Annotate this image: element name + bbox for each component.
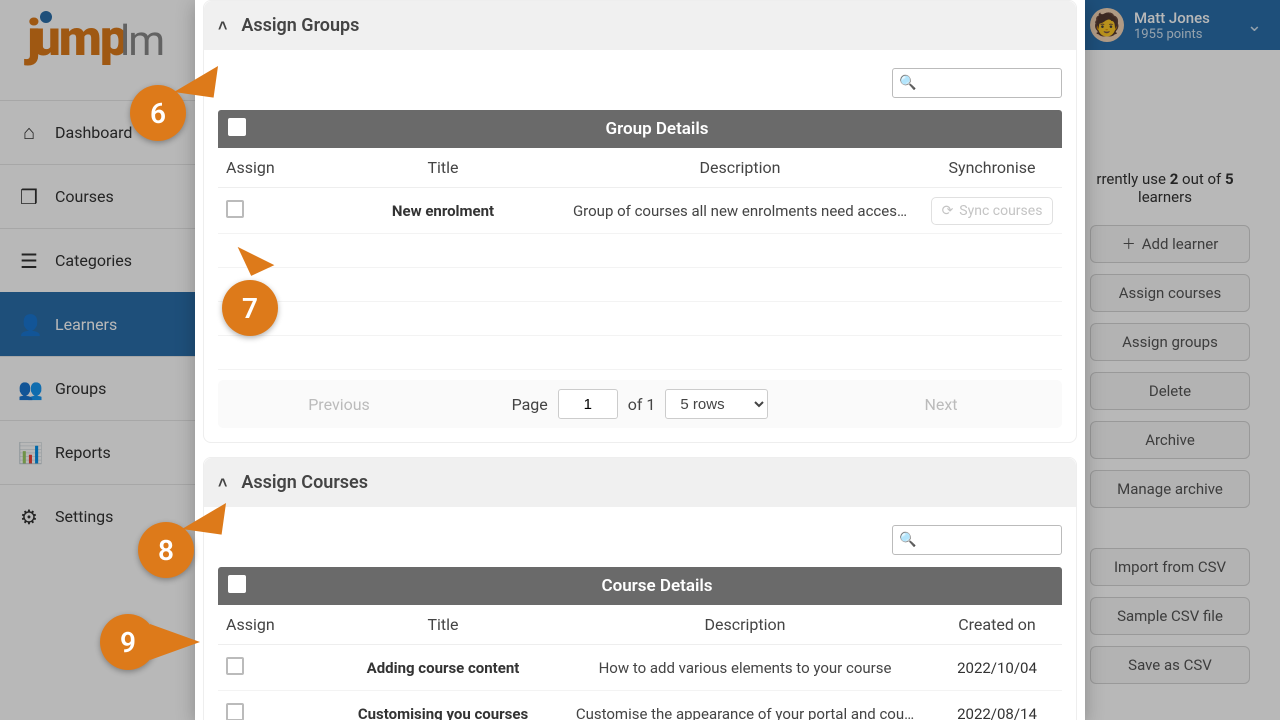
course-row: Customising you courses Customise the ap… — [218, 691, 1062, 720]
table-row — [218, 336, 1062, 370]
courses-columns: Assign Title Description Created on — [218, 605, 1062, 645]
import-csv-button[interactable]: Import from CSV — [1090, 548, 1250, 586]
assign-groups-header[interactable]: ˄ Assign Groups — [204, 1, 1076, 50]
sample-csv-button[interactable]: Sample CSV file — [1090, 597, 1250, 635]
refresh-icon: ⟳ — [942, 203, 954, 219]
delete-button[interactable]: Delete — [1090, 372, 1250, 410]
groups-search-input[interactable]: 🔍 — [892, 68, 1062, 98]
sidebar-item-courses[interactable]: ❒Courses — [0, 164, 195, 228]
sidebar-item-reports[interactable]: 📊Reports — [0, 420, 195, 484]
person-icon: 👤 — [18, 313, 40, 337]
rows-select[interactable]: 5 rows — [665, 389, 768, 419]
groups-pager: Previous Page of 1 5 rows Next — [218, 380, 1062, 428]
course-description: How to add various elements to your cour… — [558, 659, 932, 677]
plus-icon: ＋ — [1122, 234, 1136, 254]
chevron-up-icon: ˄ — [218, 473, 227, 493]
course-description: Customise the appearance of your portal … — [558, 705, 932, 720]
callout-9: 9 — [100, 614, 156, 670]
assign-groups-button[interactable]: Assign groups — [1090, 323, 1250, 361]
user-points: 1955 points — [1134, 27, 1210, 42]
previous-button[interactable]: Previous — [224, 395, 454, 414]
course-date: 2022/08/14 — [932, 705, 1062, 720]
course-title: Customising you courses — [328, 705, 558, 720]
assign-dialog: ˄ Assign Groups 🔍 Group Details Assign T… — [195, 0, 1085, 720]
assign-courses-button[interactable]: Assign courses — [1090, 274, 1250, 312]
table-row — [218, 302, 1062, 336]
chevron-up-icon: ˄ — [218, 16, 227, 36]
assign-group-checkbox[interactable] — [226, 200, 244, 218]
user-menu[interactable]: 🧑 Matt Jones 1955 points ⌄ — [1080, 0, 1280, 50]
search-icon: 🔍 — [899, 532, 916, 548]
groups-table-header: Group Details — [218, 110, 1062, 148]
page-input[interactable] — [558, 389, 618, 419]
avatar: 🧑 — [1090, 8, 1124, 42]
action-panel: ＋Add learner Assign courses Assign group… — [1090, 225, 1250, 684]
callout-7: 7 — [222, 280, 278, 336]
save-csv-button[interactable]: Save as CSV — [1090, 646, 1250, 684]
sidebar-item-categories[interactable]: ☰Categories — [0, 228, 195, 292]
callout-6: 6 — [130, 85, 186, 141]
search-icon: 🔍 — [899, 75, 916, 91]
group-row: New enrolment Group of courses all new e… — [218, 188, 1062, 234]
sidebar-item-groups[interactable]: 👥Groups — [0, 356, 195, 420]
select-all-groups-checkbox[interactable] — [228, 118, 246, 136]
assign-groups-panel: ˄ Assign Groups 🔍 Group Details Assign T… — [203, 0, 1077, 443]
usage-summary: rrently use 2 out of 5learners — [1080, 170, 1250, 206]
courses-table-header: Course Details — [218, 567, 1062, 605]
chevron-down-icon: ⌄ — [1247, 15, 1262, 36]
user-name: Matt Jones — [1134, 9, 1210, 27]
home-icon: ⌂ — [18, 120, 40, 145]
add-learner-button[interactable]: ＋Add learner — [1090, 225, 1250, 263]
panel-title: Assign Groups — [241, 15, 359, 36]
assign-course-checkbox[interactable] — [226, 657, 244, 675]
sync-courses-button[interactable]: ⟳Sync courses — [931, 197, 1054, 225]
chart-icon: 📊 — [18, 441, 40, 465]
manage-archive-button[interactable]: Manage archive — [1090, 470, 1250, 508]
select-all-courses-checkbox[interactable] — [228, 575, 246, 593]
course-title: Adding course content — [328, 659, 558, 677]
course-date: 2022/10/04 — [932, 659, 1062, 677]
panel-title: Assign Courses — [241, 472, 368, 493]
gear-icon: ⚙ — [18, 505, 40, 529]
sidebar: ⌂Dashboard ❒Courses ☰Categories 👤Learner… — [0, 100, 195, 548]
list-icon: ☰ — [18, 249, 40, 273]
courses-search-input[interactable]: 🔍 — [892, 525, 1062, 555]
assign-course-checkbox[interactable] — [226, 703, 244, 720]
table-row — [218, 268, 1062, 302]
sidebar-item-learners[interactable]: 👤Learners — [0, 292, 195, 356]
groups-columns: Assign Title Description Synchronise — [218, 148, 1062, 188]
assign-courses-panel: ˄ Assign Courses 🔍 Course Details Assign… — [203, 457, 1077, 720]
course-row: Adding course content How to add various… — [218, 645, 1062, 691]
assign-courses-header[interactable]: ˄ Assign Courses — [204, 458, 1076, 507]
callout-8: 8 — [138, 522, 194, 578]
people-icon: 👥 — [18, 377, 40, 401]
brand-logo: jjumpumplm — [15, 10, 169, 68]
group-description: Group of courses all new enrolments need… — [558, 202, 922, 220]
next-button[interactable]: Next — [826, 395, 1056, 414]
archive-button[interactable]: Archive — [1090, 421, 1250, 459]
table-row — [218, 234, 1062, 268]
book-icon: ❒ — [18, 185, 40, 209]
group-title: New enrolment — [328, 202, 558, 220]
